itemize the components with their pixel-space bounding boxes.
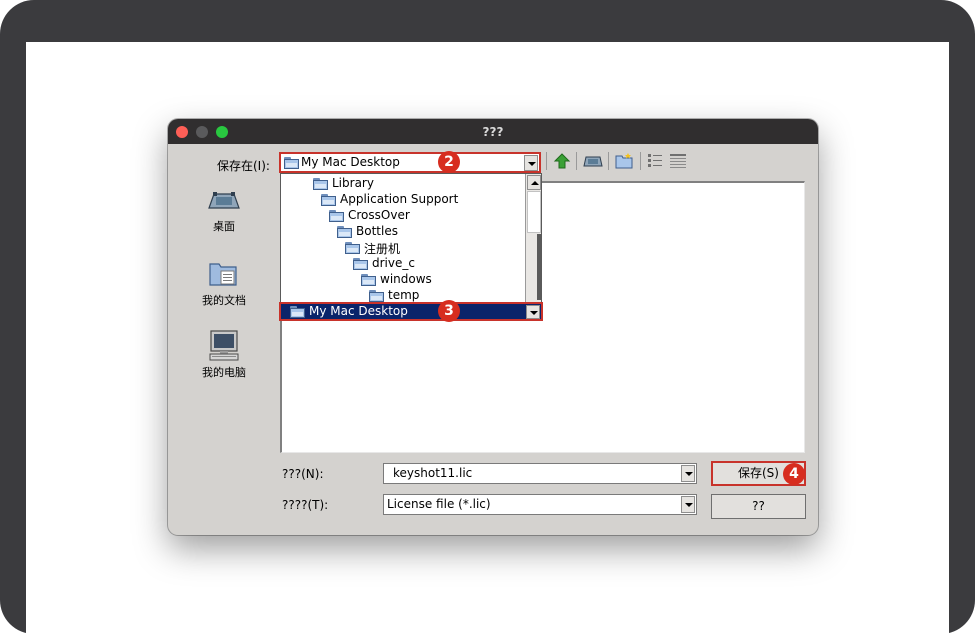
- filename-dropdown-button[interactable]: [681, 465, 695, 482]
- step-badge-4: 4: [783, 463, 805, 485]
- folder-icon: [329, 210, 344, 222]
- toolbar-separator: [608, 152, 609, 170]
- filetype-dropdown-button[interactable]: [681, 496, 695, 513]
- desktop-icon[interactable]: [583, 152, 603, 170]
- chevron-down-icon: [530, 311, 538, 315]
- chevron-down-icon: [528, 162, 536, 166]
- filetype-label: ????(T):: [282, 498, 329, 512]
- folder-icon: [345, 242, 360, 254]
- save-in-dropdown-list[interactable]: Library Application Support CrossOver Bo…: [280, 173, 542, 303]
- computer-icon: [209, 330, 239, 361]
- list-view-icon[interactable]: [647, 153, 663, 169]
- filename-value: keyshot11.lic: [393, 466, 473, 480]
- filename-combo[interactable]: keyshot11.lic: [383, 463, 697, 484]
- step-badge-2: 2: [438, 151, 460, 173]
- title-bar[interactable]: ???: [168, 119, 818, 144]
- step-badge-3: 3: [438, 300, 460, 322]
- folder-icon: [337, 226, 352, 238]
- tree-scrollbar[interactable]: [525, 174, 541, 302]
- chevron-down-icon: [685, 503, 693, 507]
- details-view-icon[interactable]: [669, 153, 687, 169]
- save-dialog: ??? 保存在(I): My Mac Desktop 桌面 我的文档 我的电脑 …: [168, 119, 818, 535]
- place-label: 我的电脑: [202, 366, 246, 379]
- scroll-thumb[interactable]: [527, 191, 541, 233]
- chevron-up-icon: [531, 181, 539, 185]
- place-label: 我的文档: [202, 294, 246, 307]
- folder-icon: [321, 194, 336, 206]
- place-desktop[interactable]: 桌面: [184, 189, 264, 237]
- filetype-value: License file (*.lic): [387, 497, 491, 511]
- folder-icon: [369, 290, 384, 302]
- place-my-computer[interactable]: 我的电脑: [184, 330, 264, 380]
- save-in-label: 保存在(I):: [217, 159, 270, 173]
- folder-icon: [290, 306, 305, 318]
- chevron-down-icon: [685, 472, 693, 476]
- filetype-combo[interactable]: License file (*.lic): [383, 494, 697, 515]
- folder-icon: [353, 258, 368, 270]
- toolbar-separator: [546, 152, 547, 170]
- selected-folder-row[interactable]: My Mac Desktop: [279, 302, 543, 321]
- filename-label: ???(N):: [282, 467, 324, 481]
- place-my-documents[interactable]: 我的文档: [184, 259, 264, 309]
- new-folder-icon[interactable]: [614, 152, 634, 170]
- folder-icon: [284, 157, 299, 169]
- documents-folder-icon: [209, 263, 237, 286]
- place-label: 桌面: [213, 220, 235, 233]
- up-folder-icon[interactable]: [553, 152, 571, 170]
- selected-row-dropdown-button[interactable]: [526, 305, 540, 319]
- toolbar-separator: [576, 152, 577, 170]
- folder-icon: [361, 274, 376, 286]
- selected-folder-label: My Mac Desktop: [309, 304, 408, 318]
- scroll-track-shadow: [537, 234, 541, 300]
- folder-icon: [313, 178, 328, 190]
- save-in-value: My Mac Desktop: [301, 155, 400, 169]
- desktop-icon: [208, 192, 240, 209]
- cancel-button[interactable]: ??: [711, 494, 806, 519]
- scroll-up-button[interactable]: [527, 175, 541, 190]
- window-title: ???: [482, 125, 504, 139]
- save-in-combo[interactable]: My Mac Desktop: [279, 152, 541, 173]
- toolbar-separator: [640, 152, 641, 170]
- save-in-dropdown-button[interactable]: [524, 155, 538, 171]
